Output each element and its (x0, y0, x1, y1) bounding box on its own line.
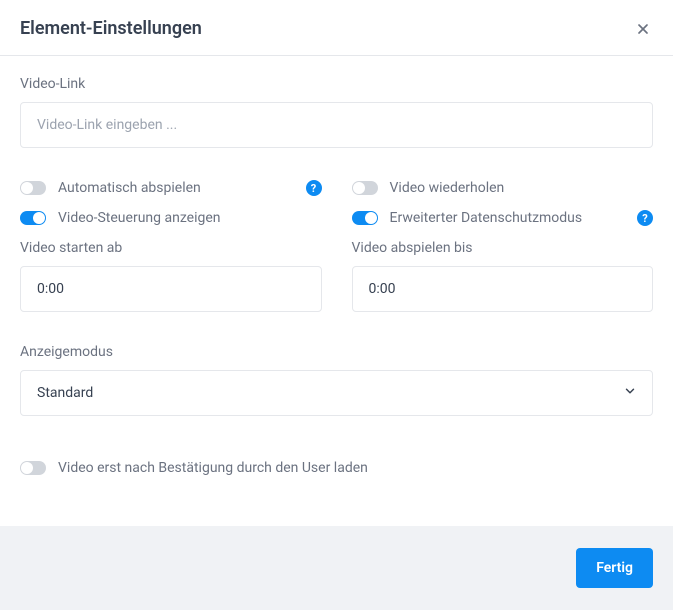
confirm-load-row: Video erst nach Bestätigung durch den Us… (20, 460, 653, 476)
loop-label: Video wiederholen (390, 180, 505, 196)
done-button[interactable]: Fertig (576, 548, 653, 588)
play-until-group: Video abspielen bis (352, 240, 654, 312)
start-at-label: Video starten ab (20, 240, 322, 256)
autoplay-toggle[interactable] (20, 181, 46, 195)
display-mode-select-wrapper: Standard (20, 370, 653, 416)
confirm-load-section: Video erst nach Bestätigung durch den Us… (20, 460, 653, 476)
controls-toggle[interactable] (20, 211, 46, 225)
privacy-help-icon[interactable]: ? (637, 210, 653, 226)
toggle-knob (365, 212, 377, 224)
controls-label: Video-Steuerung anzeigen (58, 210, 221, 226)
confirm-load-toggle[interactable] (20, 461, 46, 475)
play-until-label: Video abspielen bis (352, 240, 654, 256)
autoplay-label: Automatisch abspielen (58, 180, 201, 196)
display-mode-label: Anzeigemodus (20, 344, 653, 360)
settings-columns: Automatisch abspielen ? Video-Steuerung … (20, 180, 653, 312)
video-link-label: Video-Link (20, 76, 653, 92)
modal-body: Video-Link Automatisch abspielen ? Video… (0, 56, 673, 510)
start-at-input[interactable] (20, 266, 322, 312)
left-column: Automatisch abspielen ? Video-Steuerung … (20, 180, 322, 312)
loop-toggle[interactable] (352, 181, 378, 195)
close-button[interactable] (633, 19, 653, 39)
confirm-load-label: Video erst nach Bestätigung durch den Us… (58, 460, 368, 476)
display-mode-section: Anzeigemodus Standard (20, 344, 653, 416)
modal-header: Element-Einstellungen (0, 0, 673, 56)
modal-footer: Fertig (0, 526, 673, 610)
autoplay-help-icon[interactable]: ? (306, 180, 322, 196)
start-at-group: Video starten ab (20, 240, 322, 312)
play-until-input[interactable] (352, 266, 654, 312)
loop-row: Video wiederholen (352, 180, 654, 196)
toggle-knob (33, 212, 45, 224)
modal-title: Element-Einstellungen (20, 18, 202, 39)
autoplay-row: Automatisch abspielen ? (20, 180, 322, 196)
close-icon (635, 21, 651, 37)
toggle-knob (21, 462, 33, 474)
toggle-knob (353, 182, 365, 194)
display-mode-select[interactable]: Standard (20, 370, 653, 416)
controls-row: Video-Steuerung anzeigen (20, 210, 322, 226)
video-link-input[interactable] (20, 102, 653, 148)
privacy-row: Erweiterter Datenschutzmodus ? (352, 210, 654, 226)
right-column: Video wiederholen Erweiterter Datenschut… (352, 180, 654, 312)
privacy-label: Erweiterter Datenschutzmodus (390, 210, 583, 226)
privacy-toggle[interactable] (352, 211, 378, 225)
toggle-knob (21, 182, 33, 194)
